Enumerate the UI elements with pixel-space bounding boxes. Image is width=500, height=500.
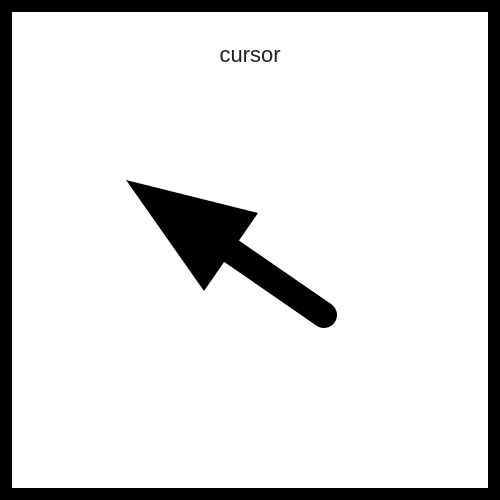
symbol-card: cursor xyxy=(0,0,500,500)
arrow-cursor-icon xyxy=(12,12,488,488)
